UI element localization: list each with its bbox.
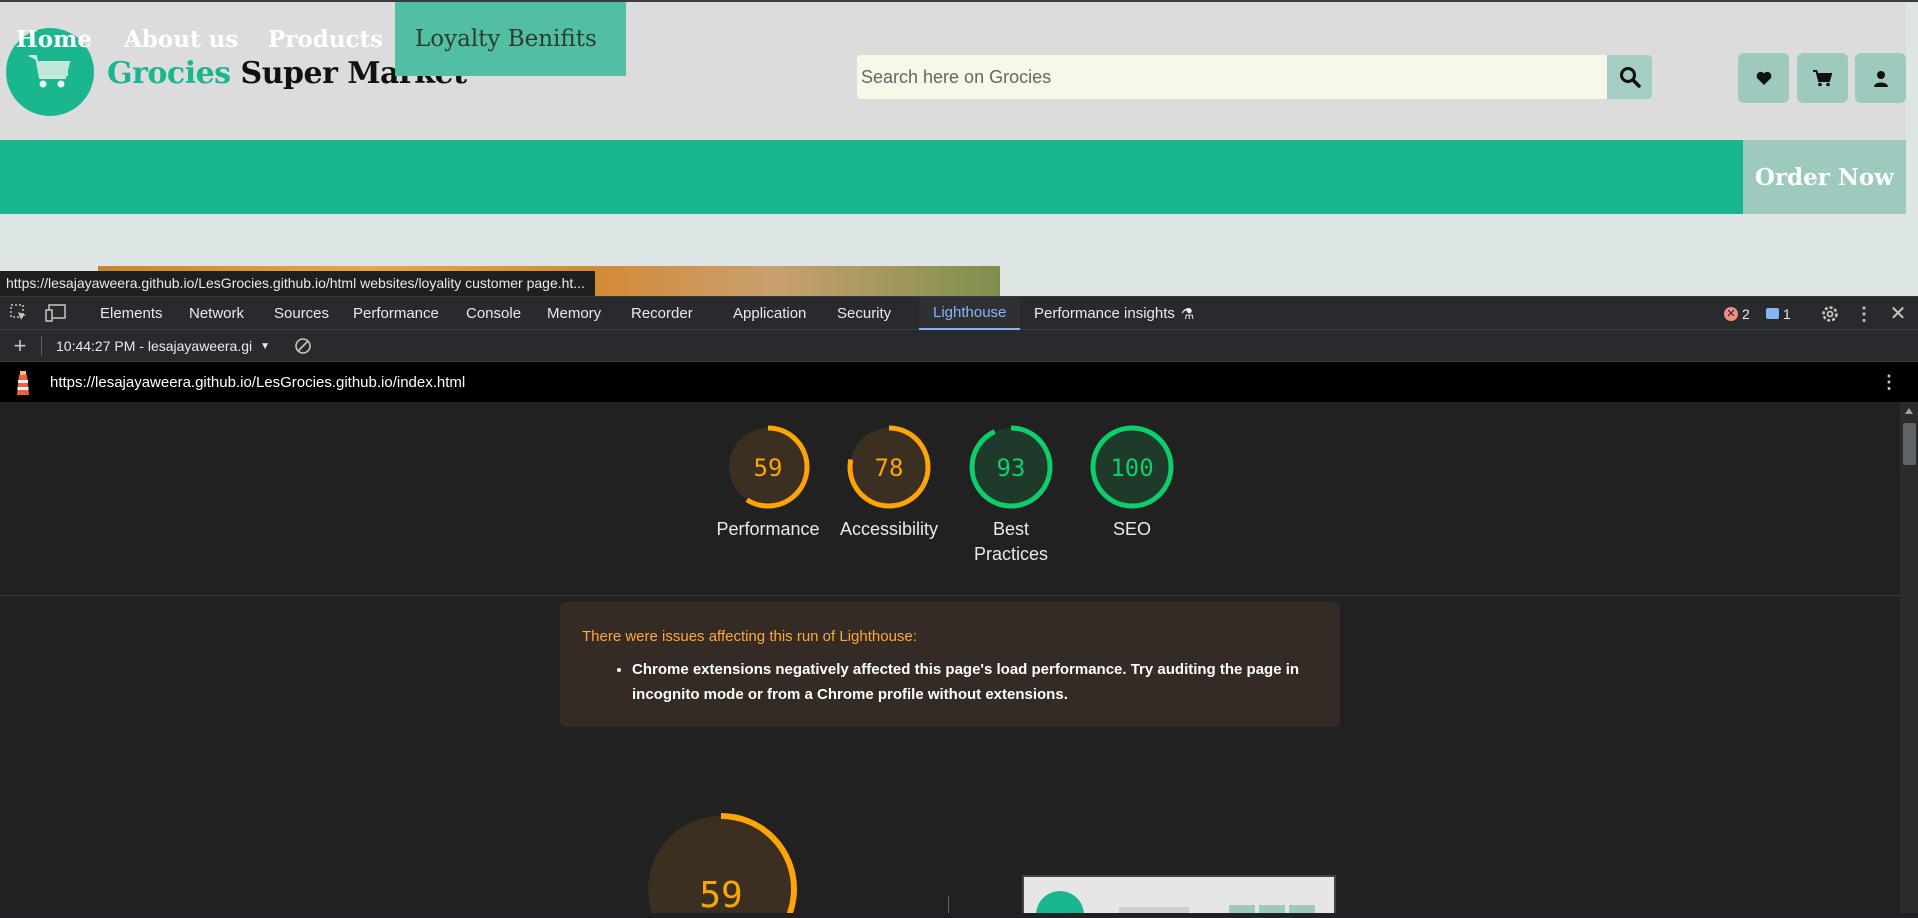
account-button[interactable] [1855,53,1906,103]
report-menu-icon[interactable]: ⋮ [1880,371,1898,393]
big-score-performance: 59 [699,875,742,913]
cart-icon [1813,69,1832,86]
tab-lighthouse[interactable]: Lighthouse [919,297,1021,330]
messages-indicator[interactable]: 1 [1766,305,1791,322]
nav-about-us[interactable]: About us [108,2,254,76]
warning-item: Chrome extensions negatively affected th… [632,657,1318,707]
run-warnings-box: There were issues affecting this run of … [560,602,1340,727]
tab-sources[interactable]: Sources [274,297,329,330]
nav-loyalty-benifits[interactable]: Loyalty Benifits [395,2,626,76]
tab-console[interactable]: Console [466,297,521,330]
tab-application[interactable]: Application [733,297,806,330]
tab-performance-insights-label: Performance insights [1034,305,1175,322]
search-field[interactable] [857,55,1607,99]
message-icon [1766,308,1779,319]
wishlist-button[interactable] [1738,53,1789,103]
report-scrollbar[interactable] [1900,402,1918,913]
error-count: 2 [1742,305,1750,322]
order-now-button[interactable]: Order Now [1743,140,1906,214]
score-performance: 59 [754,454,783,482]
gauge-performance[interactable]: 59 Performance [708,425,828,542]
tab-recorder[interactable]: Recorder [631,297,693,330]
tab-performance-insights[interactable]: Performance insights ⚗ [1034,297,1194,330]
gauge-accessibility[interactable]: 78 Accessibility [829,425,949,542]
devtools-tab-bar: Elements Network Sources Performance Con… [0,296,1918,330]
user-icon [1873,70,1888,87]
main-nav [0,140,1906,214]
tab-memory[interactable]: Memory [547,297,601,330]
page-screenshot-thumbnail[interactable] [1022,875,1336,913]
warning-title: There were issues affecting this run of … [582,628,917,645]
report-selector[interactable]: 10:44:27 PM - lesajayaweera.gi ▼ [56,338,270,354]
nav-products[interactable]: Products [252,2,399,76]
warning-list: Chrome extensions negatively affected th… [632,657,1318,707]
report-url[interactable]: https://lesajayaweera.github.io/LesGroci… [50,374,465,391]
report-selector-value: 10:44:27 PM - lesajayaweera.gi [56,338,253,354]
tab-performance[interactable]: Performance [353,297,439,330]
score-seo: 100 [1110,454,1153,482]
gauge-label-performance: Performance [716,519,820,539]
close-devtools-icon[interactable]: ✕ [1888,302,1908,325]
error-icon: ✕ [1724,306,1738,321]
scores-divider [0,595,1900,596]
search-input[interactable] [861,66,1607,88]
website-viewport: Grocies Super Market Search here on Groc… [0,0,1918,296]
tab-network[interactable]: Network [189,297,244,330]
message-count: 1 [1783,305,1791,322]
settings-gear-icon[interactable] [1819,303,1841,325]
scrollbar-thumb[interactable] [1903,423,1916,465]
inspect-element-icon[interactable] [8,303,30,323]
experiment-flask-icon: ⚗ [1180,305,1195,323]
lighthouse-toolbar: + 10:44:27 PM - lesajayaweera.gi ▼ [0,330,1918,362]
section-separator [948,896,949,913]
gauge-label-seo: SEO [1112,519,1151,539]
device-toolbar-icon[interactable] [44,303,68,323]
gauge-seo[interactable]: 100 SEO [1072,425,1192,542]
heart-icon [1756,71,1771,85]
gauge-best-practices[interactable]: 93 Best Practices [951,425,1071,567]
gauge-label-best-practices: Best Practices [973,519,1049,564]
nav-home[interactable]: Home [0,2,108,76]
search-button[interactable] [1607,55,1652,99]
search-icon [1619,67,1641,88]
more-options-icon[interactable]: ⋮ [1855,303,1873,325]
cart-button[interactable] [1797,53,1848,103]
tab-elements[interactable]: Elements [100,297,163,330]
big-gauge-performance: 59 [643,811,799,918]
new-report-plus-icon[interactable]: + [10,333,30,358]
errors-indicator[interactable]: ✕ 2 [1724,305,1750,322]
clear-reports-icon[interactable] [293,336,313,356]
lighthouse-logo-icon [12,369,34,397]
score-best-practices: 93 [997,454,1026,482]
link-status-bar: https://lesajayaweera.github.io/LesGroci… [0,271,595,296]
dropdown-arrow-icon: ▼ [260,340,271,352]
gauge-label-accessibility: Accessibility [839,519,939,539]
tab-security[interactable]: Security [837,297,891,330]
score-accessibility: 78 [875,454,904,482]
report-url-bar: https://lesajayaweera.github.io/LesGroci… [0,362,1918,402]
